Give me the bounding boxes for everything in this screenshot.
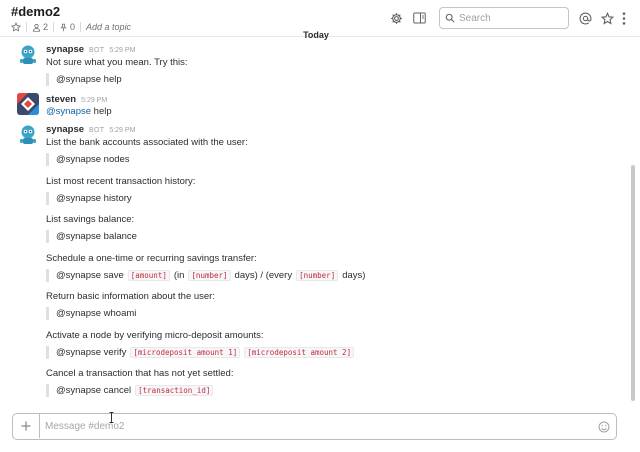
- at-sign-icon: [579, 12, 591, 24]
- message-header: synapse BOT 5:29 PM: [46, 44, 135, 55]
- code-arg: [number]: [188, 270, 231, 281]
- text-cursor-icon: [109, 410, 114, 423]
- command-quote: @synapse save [amount] (in [number] days…: [46, 269, 365, 282]
- sender-name[interactable]: synapse: [46, 124, 84, 135]
- command-heading: Schedule a one-time or recurring savings…: [46, 253, 257, 264]
- smiley-icon: [598, 421, 610, 433]
- channel-settings-button[interactable]: [389, 11, 403, 25]
- more-menu-button[interactable]: [620, 11, 628, 25]
- code-arg: [microdeposit amount 1]: [130, 347, 241, 358]
- command-text: days) / (every: [234, 270, 293, 281]
- message-header: synapse BOT 5:29 PM: [46, 124, 135, 135]
- mentions-button[interactable]: [578, 11, 592, 25]
- command-heading: Return basic information about the user:: [46, 291, 215, 302]
- code-arg: [number]: [296, 270, 339, 281]
- command-quote: @synapse help: [46, 73, 122, 86]
- command-quote: @synapse history: [46, 192, 132, 205]
- command-heading: Activate a node by verifying micro-depos…: [46, 330, 264, 341]
- command-text: (in: [173, 270, 185, 281]
- star-outline-icon: [600, 11, 614, 25]
- robot-icon: [17, 124, 39, 146]
- timestamp[interactable]: 5:29 PM: [81, 97, 107, 104]
- bot-tag: BOT: [89, 47, 105, 54]
- bot-avatar[interactable]: [17, 44, 39, 66]
- command-quote: @synapse balance: [46, 230, 137, 243]
- command-quote: @synapse verify [microdeposit amount 1] …: [46, 346, 355, 359]
- gear-icon: [390, 12, 402, 24]
- message-header: steven 5:29 PM: [46, 94, 107, 105]
- command-text: @synapse whoami: [56, 308, 137, 319]
- sender-name[interactable]: steven: [46, 94, 76, 105]
- user-mention[interactable]: @synapse: [46, 106, 91, 117]
- message-scrollbar[interactable]: [631, 165, 635, 401]
- user-avatar[interactable]: [17, 93, 39, 115]
- code-arg: [transaction_id]: [135, 385, 214, 396]
- message-composer: [12, 413, 617, 440]
- command-heading: List most recent transaction history:: [46, 176, 196, 187]
- command-heading: List the bank accounts associated with t…: [46, 137, 248, 148]
- message-text-rest: help: [91, 106, 112, 117]
- day-divider: Today: [303, 30, 329, 40]
- command-text: days): [342, 270, 366, 281]
- plus-icon: [21, 421, 31, 431]
- code-arg: [amount]: [127, 270, 170, 281]
- bot-tag: BOT: [89, 127, 105, 134]
- starred-items-button[interactable]: [600, 11, 614, 25]
- command-text: @synapse verify: [56, 347, 127, 358]
- command-text: @synapse balance: [56, 231, 137, 242]
- search-box[interactable]: [439, 7, 569, 29]
- command-text: @synapse cancel: [56, 385, 132, 396]
- timestamp[interactable]: 5:29 PM: [109, 47, 135, 54]
- bot-avatar[interactable]: [17, 124, 39, 146]
- add-attachment-button[interactable]: [13, 414, 40, 438]
- timestamp[interactable]: 5:29 PM: [109, 127, 135, 134]
- command-text: @synapse save: [56, 270, 124, 281]
- user-avatar-image: [17, 93, 39, 115]
- search-input[interactable]: [459, 12, 554, 24]
- command-quote: @synapse cancel [transaction_id]: [46, 384, 214, 397]
- robot-icon: [17, 44, 39, 66]
- message-text: @synapse help: [46, 106, 112, 117]
- message-text: Not sure what you mean. Try this:: [46, 57, 188, 68]
- sender-name[interactable]: synapse: [46, 44, 84, 55]
- message-list: synapse BOT 5:29 PM Not sure what you me…: [0, 40, 628, 402]
- channel-name[interactable]: #demo2: [11, 4, 60, 19]
- command-heading: List savings balance:: [46, 214, 135, 225]
- search-icon: [445, 13, 455, 23]
- channel-details-button[interactable]: [412, 11, 426, 25]
- command-text: @synapse help: [56, 74, 122, 85]
- command-quote: @synapse whoami: [46, 307, 136, 320]
- kebab-menu-icon: [622, 11, 626, 25]
- command-text: @synapse history: [56, 193, 132, 204]
- sidebar-panel-icon: [412, 12, 426, 24]
- command-quote: @synapse nodes: [46, 153, 130, 166]
- command-heading: Cancel a transaction that has not yet se…: [46, 368, 234, 379]
- emoji-button[interactable]: [598, 420, 610, 433]
- command-text: @synapse nodes: [56, 154, 130, 165]
- message-input[interactable]: [45, 419, 585, 433]
- code-arg: [microdeposit amount 2]: [244, 347, 355, 358]
